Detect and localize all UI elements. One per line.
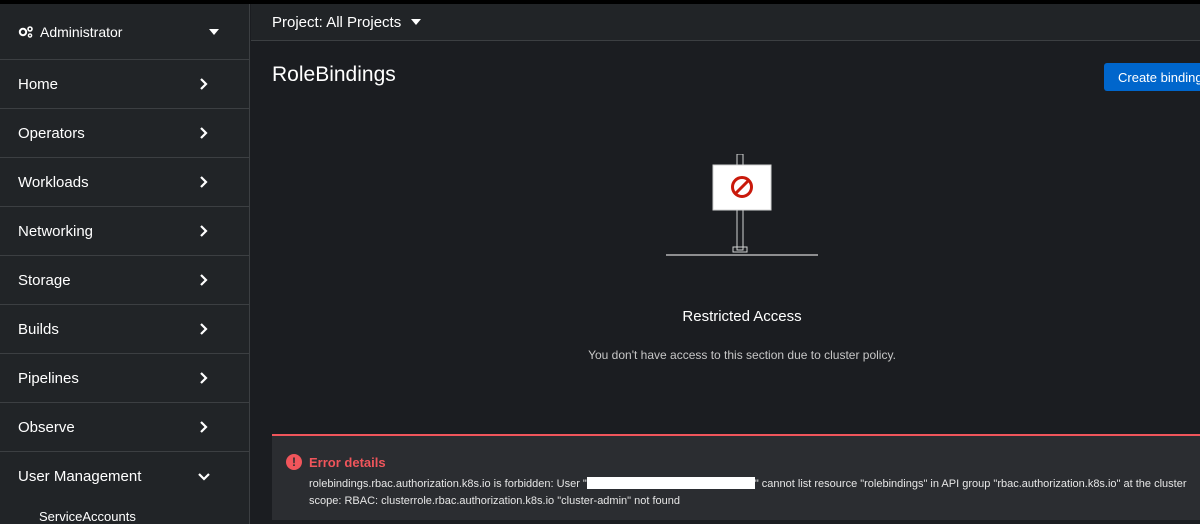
sidebar-item-builds[interactable]: Builds: [0, 305, 249, 354]
error-message-start: rolebindings.rbac.authorization.k8s.io i…: [309, 478, 587, 490]
sidebar-item-label: Workloads: [18, 173, 89, 191]
sidebar-item-networking[interactable]: Networking: [0, 207, 249, 256]
restricted-access-icon: [666, 154, 818, 256]
empty-state-title: Restricted Access: [682, 308, 802, 325]
chevron-right-icon: [195, 75, 213, 93]
caret-down-icon: [411, 19, 422, 25]
page-title: RoleBindings: [272, 63, 396, 86]
chevron-right-icon: [195, 320, 213, 338]
error-alert: ! Error details rolebindings.rbac.author…: [272, 434, 1200, 520]
sidebar-item-label: Home: [18, 75, 59, 93]
page-header: RoleBindings: [251, 41, 1200, 111]
sidebar-item-label: Observe: [18, 418, 75, 436]
sidebar: Administrator Home Operators Workloads N…: [0, 4, 250, 524]
sidebar-item-label: Pipelines: [18, 369, 79, 387]
project-selector[interactable]: Project: All Projects: [251, 4, 1200, 41]
main-content: Project: All Projects RoleBindings Creat…: [251, 4, 1200, 524]
caret-down-icon: [209, 28, 219, 35]
chevron-down-icon: [195, 468, 213, 486]
sidebar-item-pipelines[interactable]: Pipelines: [0, 354, 249, 403]
chevron-right-icon: [195, 222, 213, 240]
chevron-right-icon: [195, 173, 213, 191]
sidebar-item-operators[interactable]: Operators: [0, 109, 249, 158]
error-message: rolebindings.rbac.authorization.k8s.io i…: [309, 476, 1189, 510]
chevron-right-icon: [195, 369, 213, 387]
perspective-label: Administrator: [40, 23, 123, 40]
redacted-username: [586, 477, 755, 489]
chevron-right-icon: [195, 418, 213, 436]
sidebar-item-workloads[interactable]: Workloads: [0, 158, 249, 207]
sidebar-item-label: Builds: [18, 320, 59, 338]
sidebar-item-home[interactable]: Home: [0, 60, 249, 109]
chevron-right-icon: [195, 124, 213, 142]
sidebar-item-label: Networking: [18, 222, 94, 240]
sidebar-item-label: User Management: [18, 468, 142, 485]
create-binding-button[interactable]: Create binding: [1104, 63, 1200, 91]
sidebar-item-observe[interactable]: Observe: [0, 403, 249, 452]
error-title: Error details: [309, 455, 386, 470]
gear-icon: [18, 25, 34, 39]
empty-state-body: You don't have access to this section du…: [588, 348, 896, 362]
sidebar-item-user-management[interactable]: User Management: [0, 452, 249, 501]
perspective-switcher[interactable]: Administrator: [0, 4, 249, 60]
sidebar-subitem-serviceaccounts[interactable]: ServiceAccounts: [0, 501, 249, 524]
chevron-right-icon: [195, 271, 213, 289]
sidebar-item-label: Operators: [18, 124, 85, 142]
project-label: Project: All Projects: [272, 13, 402, 31]
sidebar-item-storage[interactable]: Storage: [0, 256, 249, 305]
sidebar-item-label: Storage: [18, 271, 71, 289]
exclamation-circle-icon: !: [286, 454, 302, 470]
